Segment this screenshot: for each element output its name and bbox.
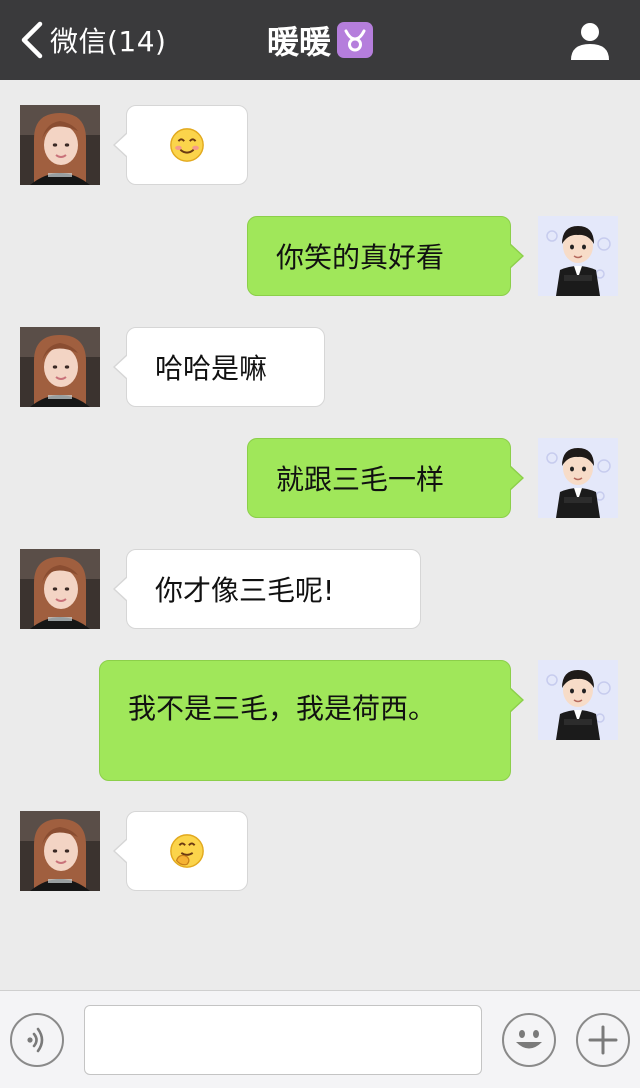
smiley-icon xyxy=(516,1030,542,1049)
voice-icon xyxy=(27,1027,44,1053)
contact-avatar[interactable] xyxy=(20,549,100,629)
my-avatar[interactable] xyxy=(538,216,618,296)
more-button[interactable] xyxy=(576,1013,630,1067)
voice-button[interactable] xyxy=(10,1013,64,1067)
message-bubble[interactable]: 我不是三毛，我是荷西。 xyxy=(99,660,524,781)
chat-title: 暖暖 xyxy=(266,23,331,61)
message-text: 哈哈是嘛 xyxy=(155,352,268,385)
message-text: 就跟三毛一样 xyxy=(276,463,445,496)
my-avatar[interactable] xyxy=(538,660,618,740)
message-bubble[interactable] xyxy=(113,105,248,185)
message-input[interactable] xyxy=(84,1005,482,1075)
chat-title-area: 暖暖 xyxy=(0,0,640,80)
taurus-icon xyxy=(337,22,373,58)
my-avatar[interactable] xyxy=(538,438,618,518)
sticker-button[interactable] xyxy=(502,1013,556,1067)
navigation-bar: 微信(14) 暖暖 xyxy=(0,0,640,80)
input-toolbar xyxy=(0,990,640,1088)
contact-avatar[interactable] xyxy=(20,105,100,185)
message-bubble[interactable]: 哈哈是嘛 xyxy=(113,327,325,407)
message-text: 你笑的真好看 xyxy=(276,241,445,274)
giggle-emoji xyxy=(168,832,206,870)
contact-avatar[interactable] xyxy=(20,811,100,891)
message-bubble[interactable]: 就跟三毛一样 xyxy=(247,438,524,518)
blushing-smile-emoji xyxy=(168,126,206,164)
person-icon[interactable] xyxy=(568,18,612,62)
plus-icon xyxy=(588,1025,618,1055)
chat-area: 你笑的真好看 哈哈是嘛 就跟三毛一样 你才像三毛呢! 我不是三毛，我是荷西。 xyxy=(0,80,640,990)
message-text: 我不是三毛，我是荷西。 xyxy=(128,692,437,725)
message-bubble[interactable]: 你笑的真好看 xyxy=(247,216,524,296)
message-bubble[interactable]: 你才像三毛呢! xyxy=(113,549,421,629)
contact-avatar[interactable] xyxy=(20,327,100,407)
message-bubble[interactable] xyxy=(113,811,248,891)
message-text: 你才像三毛呢! xyxy=(155,574,335,607)
